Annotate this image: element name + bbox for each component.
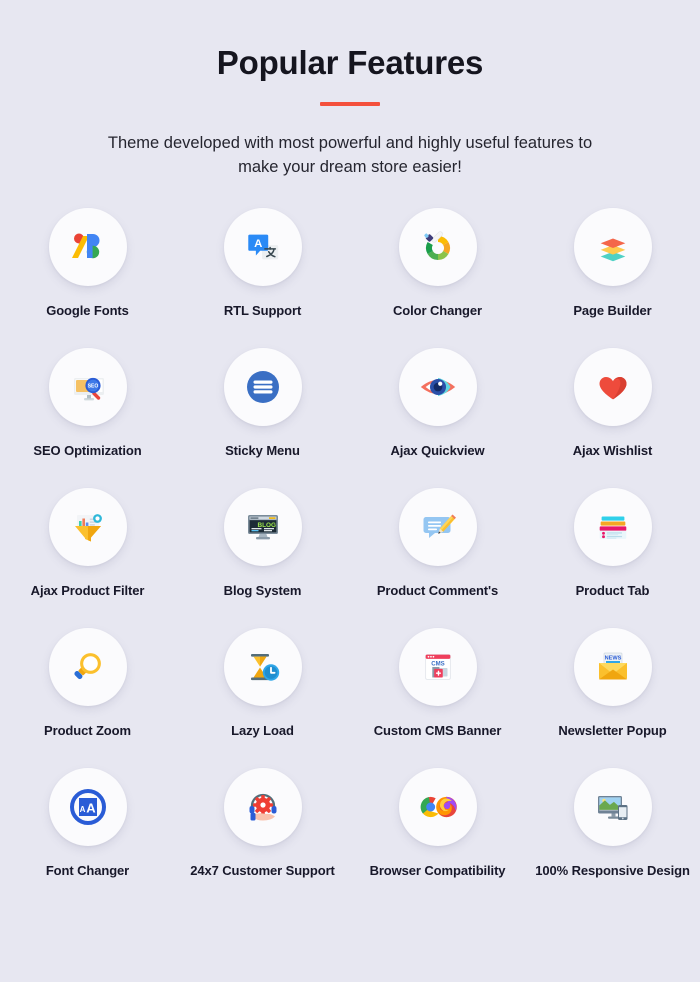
feature-label: Ajax Product Filter: [30, 582, 145, 598]
feature-label: Color Changer: [393, 303, 482, 318]
tab-panels-icon: [599, 516, 626, 539]
feature-icon-wrapper: [223, 627, 302, 706]
feature-label: Newsletter Popup: [558, 722, 667, 738]
blog-monitor-icon: BLOG: [247, 514, 278, 540]
feature-card-newsletter-popup[interactable]: NEWS Newsletter Popup: [525, 627, 700, 740]
feature-icon-wrapper: [398, 208, 477, 286]
feature-label: Page Builder: [573, 303, 652, 318]
feature-icon-wrapper: [223, 347, 302, 426]
feature-card-google-fonts[interactable]: Google Fonts: [0, 208, 175, 320]
funnel-chart-icon: [74, 513, 102, 542]
feature-card-browser-compatibility[interactable]: Browser Compatibility: [350, 767, 525, 880]
feature-card-ajax-wishlist[interactable]: Ajax Wishlist: [525, 347, 700, 460]
feature-card-product-zoom[interactable]: Product Zoom: [0, 627, 175, 740]
svg-text:A: A: [86, 800, 96, 815]
google-fonts-icon: [71, 233, 99, 259]
color-wheel-eyedropper-icon: [423, 231, 450, 260]
feature-icon-wrapper: [48, 208, 127, 286]
feature-label: Product Tab: [575, 582, 650, 598]
svg-text:NEWS: NEWS: [604, 655, 621, 661]
svg-text:A: A: [79, 805, 85, 814]
feature-icon-wrapper: [573, 487, 652, 566]
feature-card-product-comments[interactable]: Product Comment's: [350, 487, 525, 600]
feature-card-sticky-menu[interactable]: Sticky Menu: [175, 347, 350, 460]
feature-icon-wrapper: [48, 487, 127, 566]
feature-label: Ajax Wishlist: [572, 442, 653, 458]
svg-text:CMS: CMS: [431, 660, 445, 667]
feature-label: RTL Support: [223, 303, 302, 318]
feature-icon-wrapper: NEWS: [573, 627, 652, 706]
seo-monitor-magnifier-icon: SEO: [73, 377, 104, 401]
page-title: Popular Features: [216, 44, 484, 81]
cms-browser-icon: CMS: [424, 654, 451, 680]
feature-card-color-changer[interactable]: Color Changer: [350, 208, 525, 320]
comment-pencil-icon: [423, 514, 456, 538]
feature-card-ajax-product-filter[interactable]: Ajax Product Filter: [0, 487, 175, 600]
feature-label: Lazy Load: [231, 722, 294, 738]
feature-card-seo-optimization[interactable]: SEO SEO Optimization: [0, 347, 175, 460]
hourglass-clock-icon: [250, 653, 279, 681]
feature-label: 24x7 Customer Support: [190, 862, 335, 878]
feature-label: SEO Optimization: [33, 442, 142, 458]
feature-icon-wrapper: [398, 347, 477, 426]
feature-label: Font Changer: [45, 862, 130, 878]
feature-card-page-builder[interactable]: Page Builder: [525, 208, 700, 320]
feature-icon-wrapper: [398, 767, 477, 846]
feature-card-custom-cms-banner[interactable]: CMS Custom CMS Banner: [350, 627, 525, 740]
feature-label: Product Zoom: [44, 722, 131, 738]
feature-icon-wrapper: [223, 767, 302, 846]
chrome-firefox-icon: [420, 796, 457, 817]
magnifier-icon: [73, 652, 101, 679]
svg-text:BLOG: BLOG: [257, 522, 275, 529]
translate-icon: A: [247, 234, 278, 260]
feature-card-lazy-load[interactable]: Lazy Load: [175, 627, 350, 740]
svg-text:A: A: [254, 238, 262, 250]
devices-responsive-icon: [597, 795, 627, 820]
hamburger-menu-icon: [246, 370, 279, 403]
feature-label: Browser Compatibility: [369, 862, 506, 878]
feature-label: Custom CMS Banner: [373, 722, 502, 738]
feature-icon-wrapper: [48, 627, 127, 706]
font-size-aa-icon: A A: [69, 788, 106, 825]
feature-label: Sticky Menu: [225, 442, 300, 458]
heart-icon: [599, 376, 626, 400]
feature-card-customer-support[interactable]: 24x7 Customer Support: [175, 767, 350, 880]
feature-card-font-changer[interactable]: A A Font Changer: [0, 767, 175, 880]
feature-icon-wrapper: [573, 347, 652, 426]
feature-label: Google Fonts: [46, 303, 129, 318]
feature-card-product-tab[interactable]: Product Tab: [525, 487, 700, 600]
feature-card-rtl-support[interactable]: A RTL Support: [175, 208, 350, 320]
feature-label: 100% Responsive Design: [535, 862, 690, 878]
feature-icon-wrapper: [573, 767, 652, 846]
features-grid: Google Fonts A RTL Support Color Changer…: [0, 208, 700, 880]
title-underline-divider: [320, 102, 380, 106]
feature-icon-wrapper: A: [223, 208, 302, 286]
feature-label: Blog System: [223, 582, 302, 598]
news-envelope-icon: NEWS: [598, 652, 627, 680]
page-header: Popular Features Theme developed with mo…: [0, 0, 700, 180]
svg-text:SEO: SEO: [87, 384, 98, 390]
feature-label: Ajax Quickview: [390, 442, 485, 458]
feature-icon-wrapper: CMS: [398, 627, 477, 706]
feature-card-blog-system[interactable]: BLOG Blog System: [175, 487, 350, 600]
popular-features-page: Popular Features Theme developed with mo…: [0, 0, 700, 982]
feature-icon-wrapper: [398, 487, 477, 566]
layers-icon: [600, 238, 625, 262]
feature-card-ajax-quickview[interactable]: Ajax Quickview: [350, 347, 525, 460]
feature-icon-wrapper: A A: [48, 767, 127, 846]
headset-gear-hand-icon: [249, 793, 276, 821]
feature-icon-wrapper: BLOG: [223, 487, 302, 566]
feature-icon-wrapper: [573, 208, 652, 286]
feature-icon-wrapper: SEO: [48, 347, 127, 426]
feature-label: Product Comment's: [376, 582, 499, 598]
page-subtitle: Theme developed with most powerful and h…: [107, 134, 593, 176]
feature-card-responsive-design[interactable]: 100% Responsive Design: [525, 767, 700, 880]
eye-icon: [420, 377, 455, 397]
